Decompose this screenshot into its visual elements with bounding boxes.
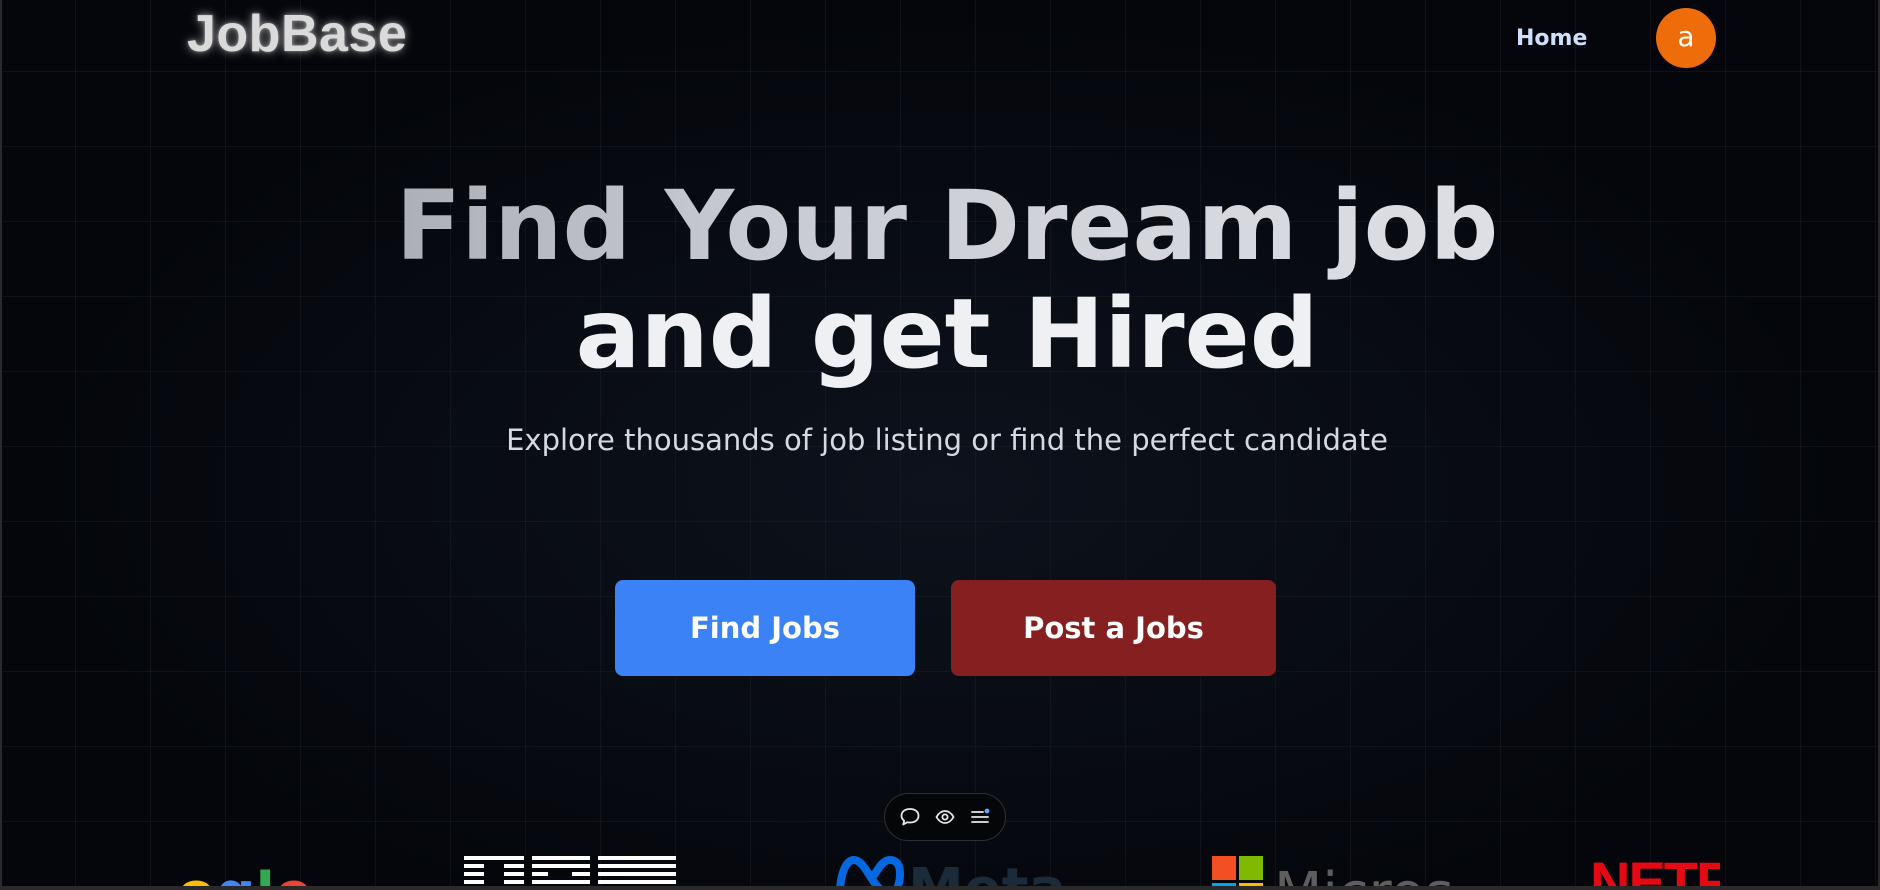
netflix-logo: NETFLIX [1590, 852, 1720, 887]
hero-title-line-2: and get Hired [575, 278, 1319, 390]
hero-title: Find Your Dream job and get Hired [2, 172, 1878, 388]
meta-wordmark: Meta [908, 862, 1066, 887]
hero-title-line-1: Find Your Dream job [2, 172, 1878, 280]
ibm-logo [464, 852, 676, 886]
eye-icon[interactable] [931, 803, 959, 831]
microsoft-logo: Microsoft [1212, 852, 1452, 886]
company-logos-strip: ogle [2, 852, 1878, 886]
landing-page: JobBase Home a Find Your Dream job and g… [2, 0, 1878, 886]
find-jobs-button[interactable]: Find Jobs [615, 580, 915, 676]
user-avatar[interactable]: a [1656, 8, 1716, 68]
chat-bubble-icon[interactable] [896, 803, 924, 831]
google-logo-wordmark: ogle [177, 866, 307, 887]
hero-subtitle: Explore thousands of job listing or find… [506, 423, 1388, 457]
microsoft-wordmark: Microsoft [1274, 866, 1452, 887]
floating-toolbar [884, 793, 1006, 841]
menu-list-icon[interactable] [966, 803, 994, 831]
meta-infinity-icon [836, 855, 904, 886]
nav-link-home[interactable]: Home [1516, 22, 1587, 56]
site-logo[interactable]: JobBase [187, 2, 407, 66]
meta-logo: Meta [834, 852, 1074, 886]
netflix-wordmark: NETFLIX [1590, 852, 1720, 887]
post-job-button[interactable]: Post a Jobs [951, 580, 1276, 676]
microsoft-squares-icon [1212, 856, 1263, 886]
google-logo: ogle [177, 852, 307, 887]
